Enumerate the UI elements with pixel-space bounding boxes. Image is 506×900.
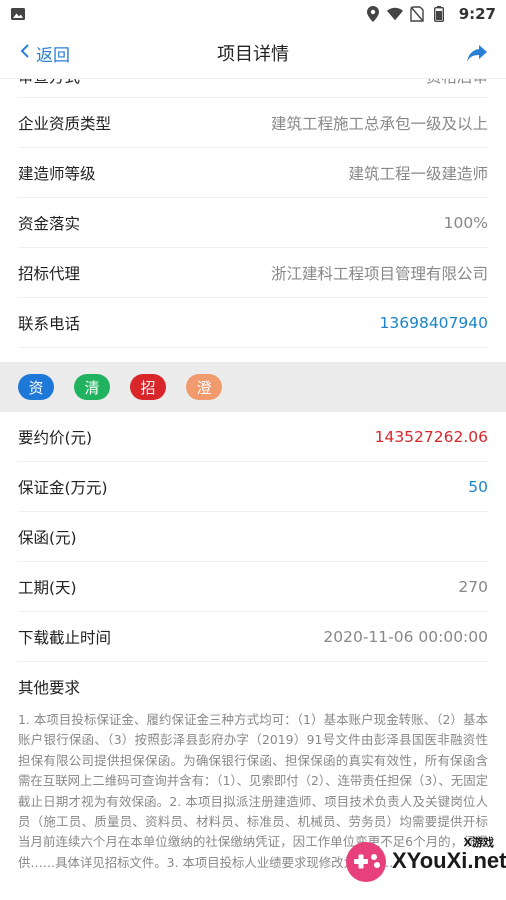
- row-value: 100%: [443, 213, 488, 232]
- gamepad-logo-icon: [344, 840, 388, 884]
- share-icon[interactable]: [466, 42, 488, 64]
- row-label: 要约价(元): [18, 428, 93, 447]
- row-value: 50: [468, 477, 488, 496]
- tag-bar: 资 清 招 澄: [0, 362, 506, 412]
- location-icon: [365, 6, 381, 22]
- row-value: 270: [458, 577, 488, 596]
- status-bar: 9:27: [0, 0, 506, 28]
- row-label: 企业资质类型: [18, 114, 112, 133]
- row-label: 资金落实: [18, 214, 81, 233]
- detail-row-builder-level: 建造师等级 建筑工程一级建造师: [18, 148, 488, 198]
- row-label: 审查方式: [18, 79, 80, 87]
- tag-qing[interactable]: 清: [74, 374, 110, 400]
- row-value: 建筑工程施工总承包一级及以上: [270, 114, 488, 133]
- row-label: 联系电话: [18, 314, 81, 333]
- battery-icon: [431, 6, 447, 22]
- row-value: 资格后审: [426, 79, 488, 87]
- nav-bar: 返回 项目详情: [0, 28, 506, 79]
- row-value: 浙江建科工程项目管理有限公司: [270, 264, 488, 283]
- page-title: 项目详情: [217, 44, 289, 65]
- row-value: 建筑工程一级建造师: [348, 164, 488, 183]
- row-value: 143527262.06: [374, 427, 488, 446]
- row-label: 工期(天): [18, 578, 77, 597]
- tag-zi[interactable]: 资: [18, 374, 54, 400]
- watermark-text: XYouXi.net: [392, 848, 506, 873]
- back-label: 返回: [36, 45, 70, 66]
- row-label: 保函(元): [18, 528, 77, 547]
- row-label: 建造师等级: [18, 164, 96, 183]
- row-label: 招标代理: [18, 264, 81, 283]
- detail-row-guarantee: 保函(元): [18, 512, 488, 562]
- detail-row-agency: 招标代理 浙江建科工程项目管理有限公司: [18, 248, 488, 298]
- other-requirements-title: 其他要求: [18, 679, 81, 697]
- detail-row-deposit: 保证金(万元) 50: [18, 462, 488, 512]
- tag-cheng[interactable]: 澄: [186, 374, 222, 400]
- row-value: 2020-11-06 00:00:00: [323, 627, 488, 646]
- detail-row-qualification: 企业资质类型 建筑工程施工总承包一级及以上: [18, 98, 488, 148]
- detail-row-deadline: 下载截止时间 2020-11-06 00:00:00: [18, 612, 488, 662]
- no-sim-icon: [409, 6, 425, 22]
- detail-content: 审查方式 资格后审 企业资质类型 建筑工程施工总承包一级及以上 建造师等级 建筑…: [0, 79, 506, 900]
- detail-row-partial: 审查方式 资格后审: [18, 79, 488, 98]
- detail-row-offer-price: 要约价(元) 143527262.06: [18, 412, 488, 462]
- detail-row-funding: 资金落实 100%: [18, 198, 488, 248]
- row-label: 下载截止时间: [18, 628, 112, 647]
- back-button[interactable]: 返回: [0, 41, 70, 66]
- detail-row-phone: 联系电话 13698407940: [18, 298, 488, 348]
- wifi-icon: [386, 6, 403, 22]
- tag-zhao[interactable]: 招: [130, 374, 166, 400]
- clock: 9:27: [458, 5, 496, 23]
- image-icon: [10, 6, 26, 22]
- detail-row-duration: 工期(天) 270: [18, 562, 488, 612]
- phone-link[interactable]: 13698407940: [380, 314, 488, 332]
- watermark: X游戏 XYouXi.net: [344, 836, 506, 890]
- row-label: 保证金(万元): [18, 478, 108, 497]
- chevron-left-icon: [20, 43, 30, 64]
